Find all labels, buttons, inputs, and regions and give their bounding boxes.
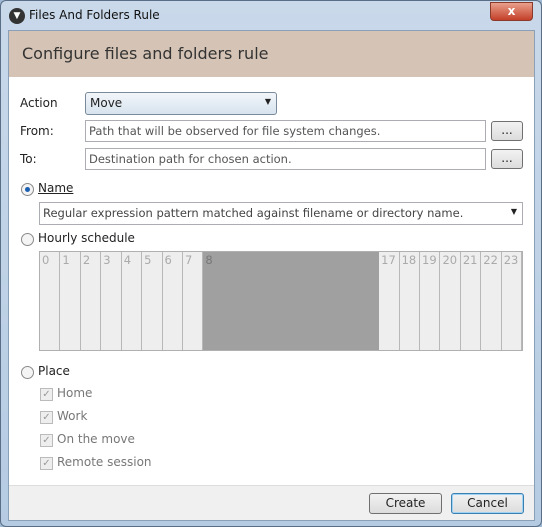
hour-cell[interactable]: 4 xyxy=(121,252,143,350)
hour-cell[interactable] xyxy=(339,252,359,350)
hour-cell[interactable] xyxy=(242,252,262,350)
from-browse-button[interactable]: ... xyxy=(491,121,523,141)
name-pattern-combo[interactable]: Regular expression pattern matched again… xyxy=(39,202,523,225)
hour-cell[interactable]: 8 xyxy=(203,252,223,350)
remote-session-checkbox[interactable]: ✓ xyxy=(40,457,53,470)
hour-cell[interactable]: 19 xyxy=(420,252,441,350)
hour-cell[interactable]: 20 xyxy=(440,252,461,350)
home-checkbox[interactable]: ✓ xyxy=(40,388,53,401)
from-label: From: xyxy=(20,124,54,138)
to-label: To: xyxy=(20,152,37,166)
dialog-footer: Create Cancel xyxy=(9,485,534,520)
hour-cell[interactable]: 2 xyxy=(80,252,102,350)
hour-cell[interactable]: 18 xyxy=(399,252,421,350)
hour-cell[interactable] xyxy=(222,252,243,350)
action-select[interactable]: Move ▼ xyxy=(85,92,277,115)
name-radio[interactable] xyxy=(21,183,34,196)
create-button[interactable]: Create xyxy=(369,493,442,514)
on-the-move-label: On the move xyxy=(57,432,135,446)
name-label-text: Name xyxy=(38,181,74,195)
window-title: Files And Folders Rule xyxy=(29,8,160,22)
home-label: Home xyxy=(57,386,93,400)
hour-cell[interactable] xyxy=(300,252,320,350)
cancel-button[interactable]: Cancel xyxy=(451,493,524,514)
hour-cell[interactable] xyxy=(358,252,380,350)
work-checkbox[interactable]: ✓ xyxy=(40,411,53,424)
chevron-down-icon: ▼ xyxy=(510,207,517,216)
place-label: Place xyxy=(38,364,70,378)
hourly-schedule-grid[interactable]: 0 1 2 3 4 5 6 7 8 17 18 19 20 21 22 23 xyxy=(39,251,523,351)
name-pattern-text: Regular expression pattern matched again… xyxy=(43,206,464,220)
remote-session-label: Remote session xyxy=(57,455,152,469)
close-button[interactable]: x xyxy=(490,2,533,21)
page-title: Configure files and folders rule xyxy=(9,31,534,77)
place-radio[interactable] xyxy=(21,366,34,379)
hour-cell[interactable] xyxy=(281,252,301,350)
hour-cell[interactable] xyxy=(261,252,282,350)
dialog-content: Configure files and folders rule Action … xyxy=(8,30,535,521)
hour-cell[interactable]: 6 xyxy=(162,252,183,350)
hour-cell[interactable]: 5 xyxy=(142,252,163,350)
hour-cell[interactable]: 17 xyxy=(379,252,400,350)
name-label: Name xyxy=(38,181,73,195)
from-input[interactable]: Path that will be observed for file syst… xyxy=(85,120,486,142)
hour-cell[interactable]: 7 xyxy=(182,252,204,350)
hour-cell[interactable]: 21 xyxy=(460,252,482,350)
action-value: Move xyxy=(90,96,123,110)
hourly-schedule-label: Hourly schedule xyxy=(38,231,135,245)
hour-cell[interactable]: 23 xyxy=(501,252,523,350)
hour-cell[interactable]: 22 xyxy=(481,252,502,350)
chevron-down-icon: ▼ xyxy=(264,97,271,106)
dialog-window: ▼ Files And Folders Rule x Configure fil… xyxy=(0,0,542,527)
to-input[interactable]: Destination path for chosen action. xyxy=(85,148,486,170)
hour-cell[interactable] xyxy=(319,252,340,350)
work-label: Work xyxy=(57,409,88,423)
hour-cell[interactable]: 1 xyxy=(60,252,81,350)
on-the-move-checkbox[interactable]: ✓ xyxy=(40,434,53,447)
hour-cell[interactable]: 3 xyxy=(101,252,122,350)
app-icon: ▼ xyxy=(9,8,25,24)
to-browse-button[interactable]: ... xyxy=(491,149,523,169)
action-label: Action xyxy=(20,96,58,110)
hourly-schedule-radio[interactable] xyxy=(21,233,34,246)
hour-cell[interactable]: 0 xyxy=(40,252,61,350)
